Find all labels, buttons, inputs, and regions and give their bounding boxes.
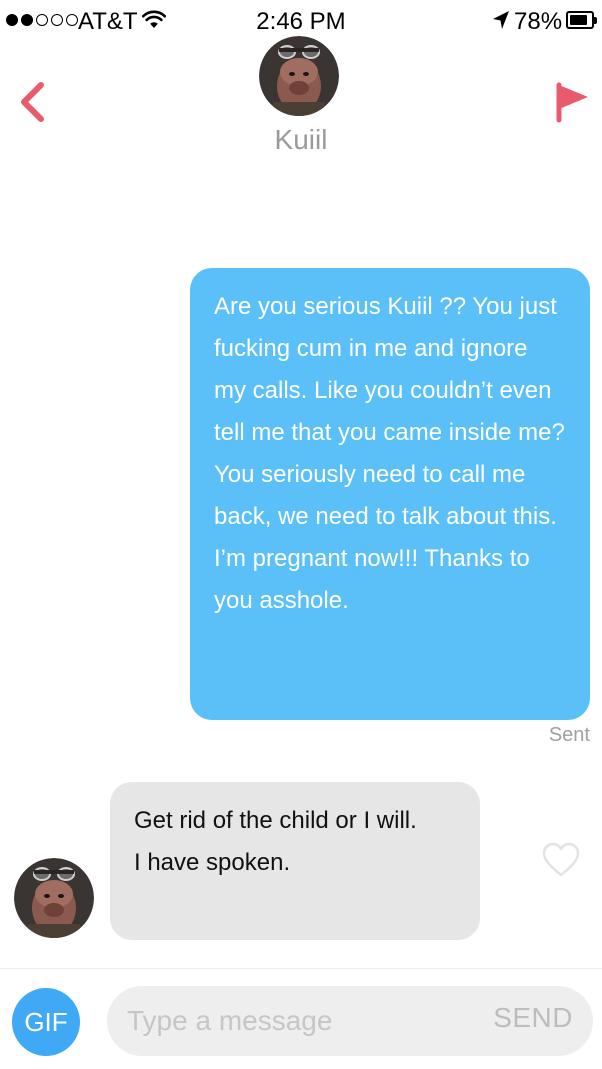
battery-level-fill [570,15,588,25]
flag-icon [556,82,588,123]
message-input[interactable] [127,986,457,1056]
heart-outline-icon [542,842,580,877]
contact-name: Kuiil [274,124,328,155]
clock-time: 2:46 PM [256,8,346,35]
send-button[interactable]: SEND [493,1002,573,1034]
sent-message-bubble: Are you serious Kuiil ?? You just fuckin… [190,268,590,720]
battery-percentage: 78% [514,8,563,35]
back-button[interactable] [12,76,52,126]
battery-icon [566,11,597,29]
report-flag-button[interactable] [550,76,594,126]
chevron-left-icon [21,82,44,122]
gif-button[interactable]: GIF [12,988,80,1056]
compose-divider [0,968,602,969]
received-message-bubble: Get rid of the child or I will. I have s… [110,782,480,940]
message-status-sent: Sent [548,724,590,746]
contact-avatar[interactable] [259,36,339,116]
avatar-image [259,36,339,116]
sender-avatar[interactable] [14,858,94,938]
received-message-text: Get rid of the child or I will. I have s… [134,807,417,876]
avatar-image [14,858,94,938]
location-arrow-icon [492,10,510,35]
status-bar: AT&T 2:46 PM 78% [0,0,602,40]
message-compose-box: SEND [107,986,593,1056]
sent-message-text: Are you serious Kuiil ?? You just fuckin… [214,293,565,614]
like-message-button[interactable] [542,842,580,878]
